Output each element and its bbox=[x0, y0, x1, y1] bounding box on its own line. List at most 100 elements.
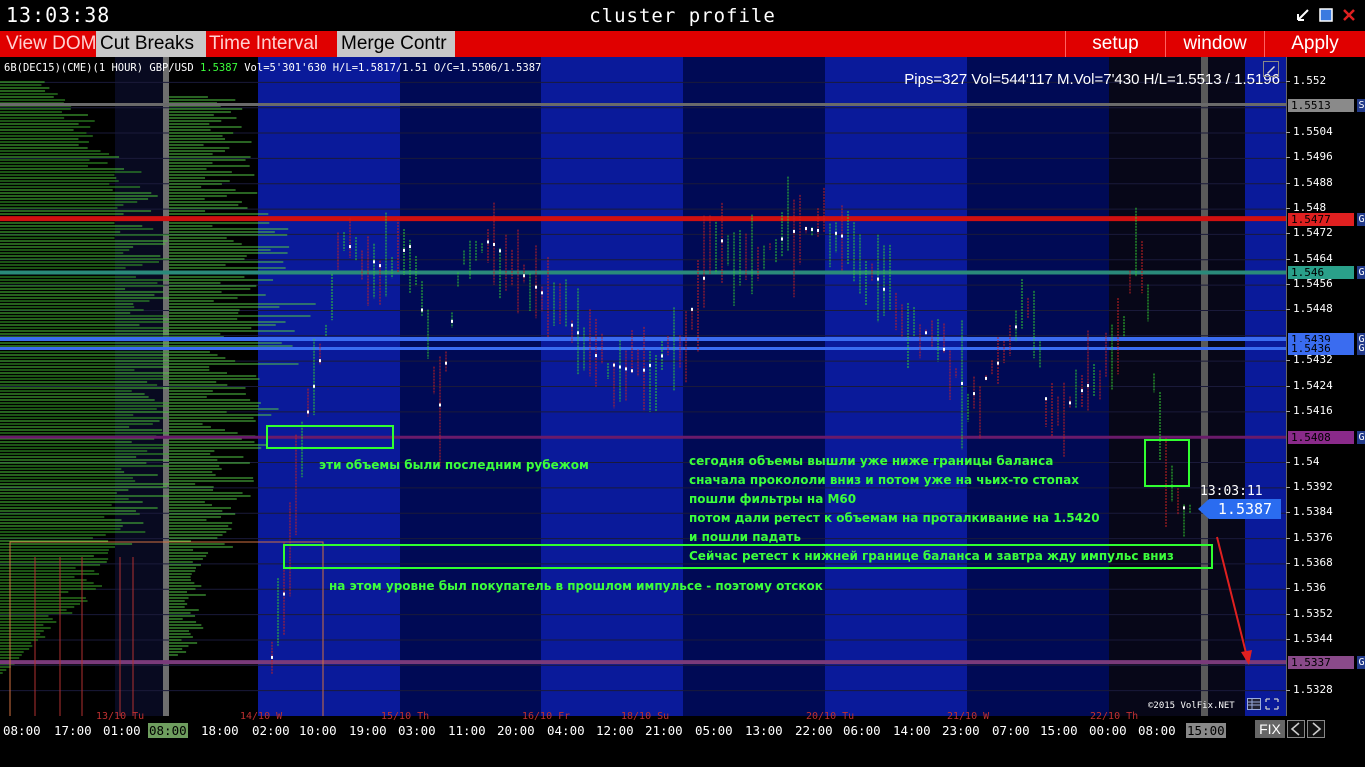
close-icon[interactable] bbox=[1342, 8, 1356, 22]
cluster-poc bbox=[523, 274, 525, 278]
time-axis[interactable]: FIX 08:00 17:00 01:00 08:00 18:00 02:00 10:00 1… bbox=[0, 711, 1365, 767]
cluster-poc bbox=[835, 231, 837, 235]
price-tick-label: 1.5504 bbox=[1286, 125, 1333, 139]
fix-button[interactable]: FIX bbox=[1255, 720, 1285, 738]
price-level-label[interactable]: 1.5337 bbox=[1288, 656, 1354, 670]
date-label: 16/10 Fr bbox=[522, 711, 571, 722]
time-tick-label: 07:00 bbox=[992, 723, 1030, 738]
price-tick-label: 1.54 bbox=[1286, 454, 1320, 468]
annotation-today-line3: пошли фильтры на М60 bbox=[689, 492, 857, 506]
chart-area[interactable]: 6B(DEC15)(CME)(1 HOUR) GBP/USD 1.5387 Vo… bbox=[0, 57, 1286, 716]
date-label: 18/10 Su bbox=[621, 711, 670, 722]
time-tick-label: 15:00 bbox=[1186, 723, 1226, 738]
annotation-today-line1: сегодня объемы вышли уже ниже границы ба… bbox=[689, 454, 1054, 468]
cluster-poc bbox=[571, 323, 573, 327]
instrument-info-prefix: 6B(DEC15)(CME)(1 HOUR) GBP/USD bbox=[4, 62, 200, 74]
cluster-poc bbox=[793, 229, 795, 233]
price-tick-label: 1.5424 bbox=[1286, 378, 1333, 392]
price-level-label[interactable]: 1.5408 bbox=[1288, 431, 1354, 445]
window-button[interactable]: window bbox=[1165, 31, 1264, 57]
setup-button[interactable]: setup bbox=[1065, 31, 1165, 57]
cluster-poc bbox=[577, 331, 579, 335]
cluster-poc bbox=[973, 392, 975, 396]
date-label: 15/10 Th bbox=[381, 711, 430, 722]
cluster-poc bbox=[1045, 397, 1047, 401]
date-label: 21/10 W bbox=[947, 711, 990, 722]
minimize-icon[interactable] bbox=[1296, 8, 1310, 22]
scroll-left-icon[interactable] bbox=[1287, 720, 1305, 738]
current-price-label: 1.5387 bbox=[1209, 499, 1281, 519]
cluster-poc bbox=[661, 354, 663, 358]
cluster-poc bbox=[1087, 384, 1089, 388]
cluster-poc bbox=[1069, 401, 1071, 405]
price-level-flag[interactable]: G bbox=[1357, 656, 1365, 670]
time-tick-label: 04:00 bbox=[547, 723, 585, 738]
price-tick-label: 1.536 bbox=[1285, 581, 1327, 595]
scroll-right-icon[interactable] bbox=[1307, 720, 1325, 738]
cluster-poc bbox=[619, 365, 621, 369]
price-level-flag[interactable]: G bbox=[1357, 212, 1365, 226]
cluster-poc bbox=[643, 368, 645, 372]
time-tick-label: 01:00 bbox=[103, 723, 141, 738]
annotation-today-line5: и пошли падать bbox=[689, 530, 801, 544]
time-tick-label: 17:00 bbox=[54, 723, 92, 738]
price-tick-label: 1.5392 bbox=[1286, 479, 1333, 493]
cluster-poc bbox=[439, 403, 441, 407]
price-level-label[interactable]: 1.5513 bbox=[1288, 98, 1354, 112]
cluster-poc bbox=[817, 228, 819, 232]
time-tick-label: 23:00 bbox=[942, 723, 980, 738]
copyright: ©2015 VolFix.NET bbox=[1148, 701, 1235, 711]
maximize-icon[interactable] bbox=[1319, 8, 1333, 22]
fullscreen-icon[interactable] bbox=[1265, 698, 1279, 710]
toolbar: View DOM Cut Breaks Time Interval Merge … bbox=[0, 31, 1365, 57]
cluster-poc bbox=[595, 354, 597, 358]
chart-table-icon[interactable] bbox=[1247, 698, 1261, 710]
time-tick-label: 21:00 bbox=[645, 723, 683, 738]
price-tick-label: 1.5416 bbox=[1286, 403, 1333, 417]
view-dom-button[interactable]: View DOM bbox=[2, 31, 96, 57]
date-label: 20/10 Tu bbox=[806, 711, 855, 722]
time-tick-label: 03:00 bbox=[398, 723, 436, 738]
merge-contr-button[interactable]: Merge Contr bbox=[337, 31, 455, 57]
time-interval-button[interactable]: Time Interval bbox=[205, 31, 335, 57]
window-title: cluster profile bbox=[589, 5, 776, 27]
price-tick-label: 1.5368 bbox=[1286, 555, 1333, 569]
cluster-poc bbox=[421, 308, 423, 312]
price-axis[interactable]: 1.552 1.5504 1.5496 1.5488 1.548 1.5472 1.5464… bbox=[1285, 57, 1365, 716]
cluster-poc bbox=[631, 369, 633, 373]
price-level-flag[interactable]: G bbox=[1357, 431, 1365, 445]
price-tick-label: 1.5328 bbox=[1286, 682, 1333, 696]
price-tick-label: 1.5352 bbox=[1286, 606, 1333, 620]
cluster-poc bbox=[703, 276, 705, 280]
pencil-icon[interactable] bbox=[1263, 61, 1279, 77]
instrument-info-rest: Vol=5'301'630 H/L=1.5817/1.51 O/C=1.5506… bbox=[237, 62, 542, 74]
cluster-poc bbox=[1015, 325, 1017, 329]
instrument-last-price: 1.5387 bbox=[199, 62, 238, 74]
time-tick-label: 12:00 bbox=[596, 723, 634, 738]
cluster-poc bbox=[721, 239, 723, 243]
annotation-buyer-level: на этом уровне был покупатель в прошлом … bbox=[329, 579, 823, 593]
time-tick-label: 05:00 bbox=[695, 723, 733, 738]
price-tick-label: 1.552 bbox=[1285, 74, 1327, 88]
annotation-last-frontier: эти объемы были последним рубежом bbox=[319, 458, 589, 472]
title-bar: 13:03:38 cluster profile bbox=[0, 0, 1365, 31]
cluster-poc bbox=[493, 242, 495, 246]
price-level-flag[interactable]: G bbox=[1357, 266, 1365, 280]
price-level-label[interactable]: 1.5477 bbox=[1288, 212, 1354, 226]
price-level-flag[interactable]: G bbox=[1357, 342, 1365, 356]
price-level-flag[interactable]: S bbox=[1357, 98, 1365, 112]
time-tick-label: 18:00 bbox=[201, 723, 239, 738]
cluster-poc bbox=[811, 227, 813, 231]
cluster-poc bbox=[613, 363, 615, 367]
apply-button[interactable]: Apply bbox=[1264, 31, 1365, 57]
annotation-today-line4: потом дали ретест к объемам на проталкив… bbox=[689, 511, 1100, 525]
time-tick-label: 06:00 bbox=[843, 723, 881, 738]
price-level-label[interactable]: 1.5436 bbox=[1288, 342, 1354, 356]
price-level-label[interactable]: 1.546 bbox=[1288, 266, 1354, 280]
time-tick-label: 02:00 bbox=[252, 723, 290, 738]
cluster-poc bbox=[535, 285, 537, 289]
price-tick-label: 1.5464 bbox=[1286, 251, 1333, 265]
date-label: 22/10 Th bbox=[1090, 711, 1139, 722]
range-stats: Pips=327 Vol=544'117 M.Vol=7'430 H/L=1.5… bbox=[904, 71, 1280, 88]
cut-breaks-button[interactable]: Cut Breaks bbox=[96, 31, 206, 57]
